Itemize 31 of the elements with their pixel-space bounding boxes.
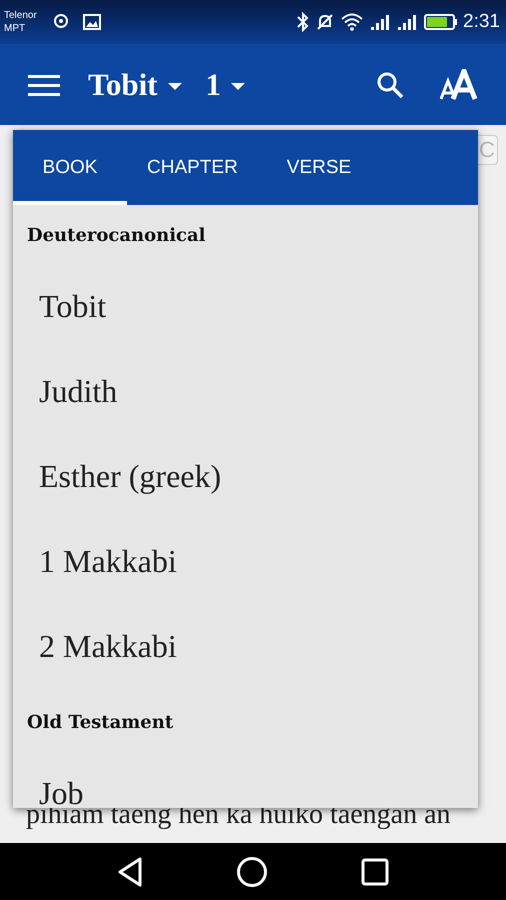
- book-item[interactable]: 2 Makkabi: [27, 607, 478, 692]
- signal-icon: [397, 13, 418, 31]
- book-item[interactable]: Tobit: [27, 267, 478, 352]
- bluetooth-icon: [297, 12, 310, 32]
- section-header: Old Testament: [27, 711, 174, 735]
- wifi-icon: [341, 13, 364, 31]
- menu-icon[interactable]: [28, 72, 60, 96]
- search-icon[interactable]: [376, 70, 404, 98]
- hotspot-icon: [52, 13, 70, 31]
- book-item[interactable]: 1 Makkabi: [27, 522, 478, 607]
- section-header: Deuterocanonical: [27, 224, 207, 248]
- signal-icon: [370, 13, 390, 31]
- caret-icon: [168, 82, 182, 90]
- muted-icon: [316, 13, 334, 31]
- caret-icon: [231, 82, 246, 90]
- book-dropdown[interactable]: Tobit: [88, 66, 182, 102]
- picker-tab[interactable]: BOOK: [13, 130, 127, 205]
- carrier-name: MPT: [4, 22, 26, 35]
- battery-icon: [424, 13, 458, 31]
- carrier-name: Telenor: [4, 9, 37, 22]
- picker-tab[interactable]: VERSE: [258, 130, 372, 205]
- status-time: 2:31: [463, 11, 500, 33]
- home-icon[interactable]: [236, 856, 268, 888]
- chapter-dropdown[interactable]: 1: [206, 66, 246, 102]
- font-size-icon[interactable]: [440, 68, 480, 100]
- image-icon: [82, 13, 101, 31]
- book-item[interactable]: Esther (greek): [27, 437, 478, 522]
- picker-tab[interactable]: CHAPTER: [127, 130, 259, 205]
- recents-icon[interactable]: [361, 858, 390, 886]
- book-item[interactable]: Judith: [27, 352, 478, 437]
- back-icon[interactable]: [116, 856, 143, 886]
